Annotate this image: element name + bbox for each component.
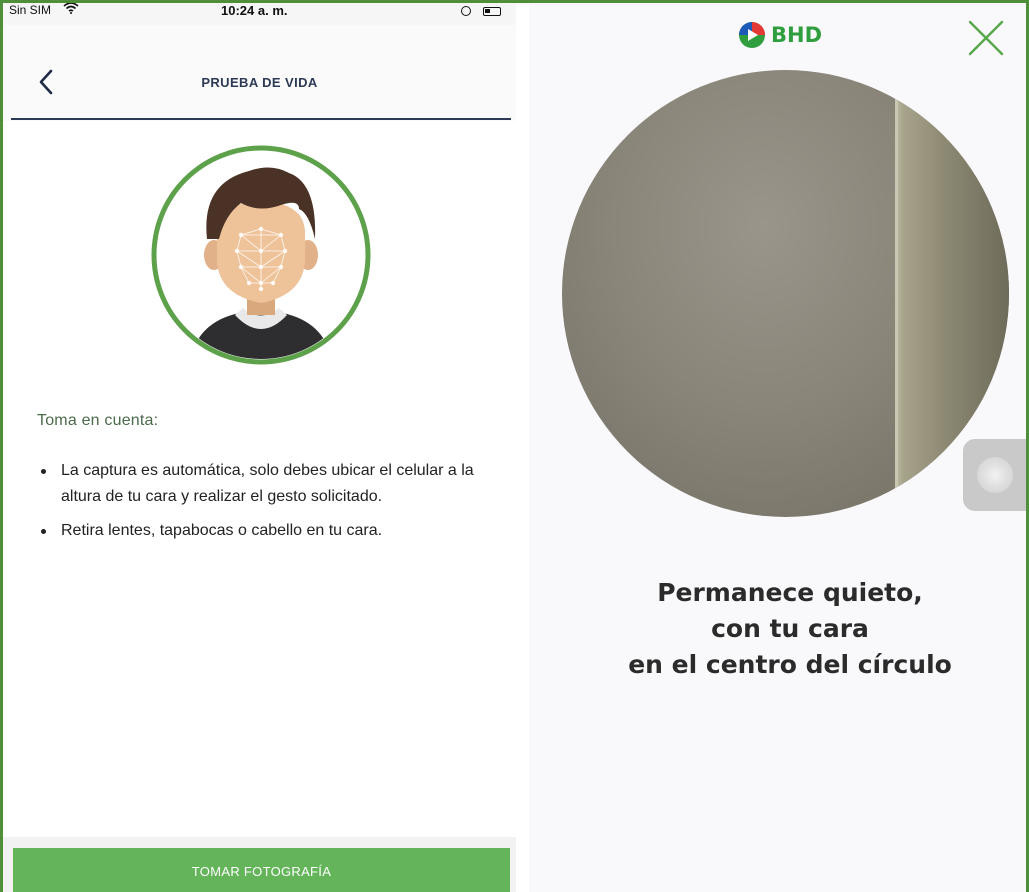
camera-preview — [562, 70, 1009, 517]
instruction-line: Permanece quieto, — [657, 578, 923, 607]
assistive-touch-button[interactable] — [963, 439, 1026, 511]
take-photo-button[interactable]: TOMAR FOTOGRAFÍA — [13, 848, 510, 892]
tip-item: La captura es automática, solo debes ubi… — [39, 458, 489, 510]
liveness-intro-screen: Sin SIM 10:24 a. m. PRUEBA DE VIDA Toma … — [3, 3, 516, 892]
carrier-label: Sin SIM — [9, 3, 52, 17]
close-icon — [968, 20, 1004, 56]
capture-instruction: Permanece quieto, con tu cara en el cent… — [529, 575, 1026, 683]
nav-bar: PRUEBA DE VIDA — [3, 25, 516, 121]
status-bar: Sin SIM 10:24 a. m. — [3, 3, 516, 25]
brand-name: BHD — [771, 23, 823, 47]
bhd-logo-icon — [739, 22, 765, 48]
tip-item: Retira lentes, tapabocas o cabello en tu… — [39, 518, 489, 544]
instruction-line: con tu cara — [711, 614, 869, 643]
orientation-lock-icon — [461, 6, 471, 16]
bhd-logo: BHD — [737, 20, 822, 50]
instruction-line: en el centro del círculo — [628, 650, 952, 679]
page-title: PRUEBA DE VIDA — [201, 75, 318, 90]
assistive-touch-icon — [976, 457, 1013, 493]
wifi-icon — [63, 3, 79, 17]
tips-heading: Toma en cuenta: — [37, 412, 159, 429]
nav-divider — [11, 118, 511, 120]
battery-icon — [483, 7, 501, 16]
close-button[interactable] — [966, 18, 1006, 58]
liveness-capture-screen: BHD Permanece quieto, con tu cara en el … — [529, 3, 1026, 892]
face-recognition-avatar-icon — [149, 143, 373, 367]
tips-list: La captura es automática, solo debes ubi… — [39, 458, 489, 552]
camera-wall-edge — [895, 70, 898, 517]
status-time: 10:24 a. m. — [221, 3, 288, 18]
